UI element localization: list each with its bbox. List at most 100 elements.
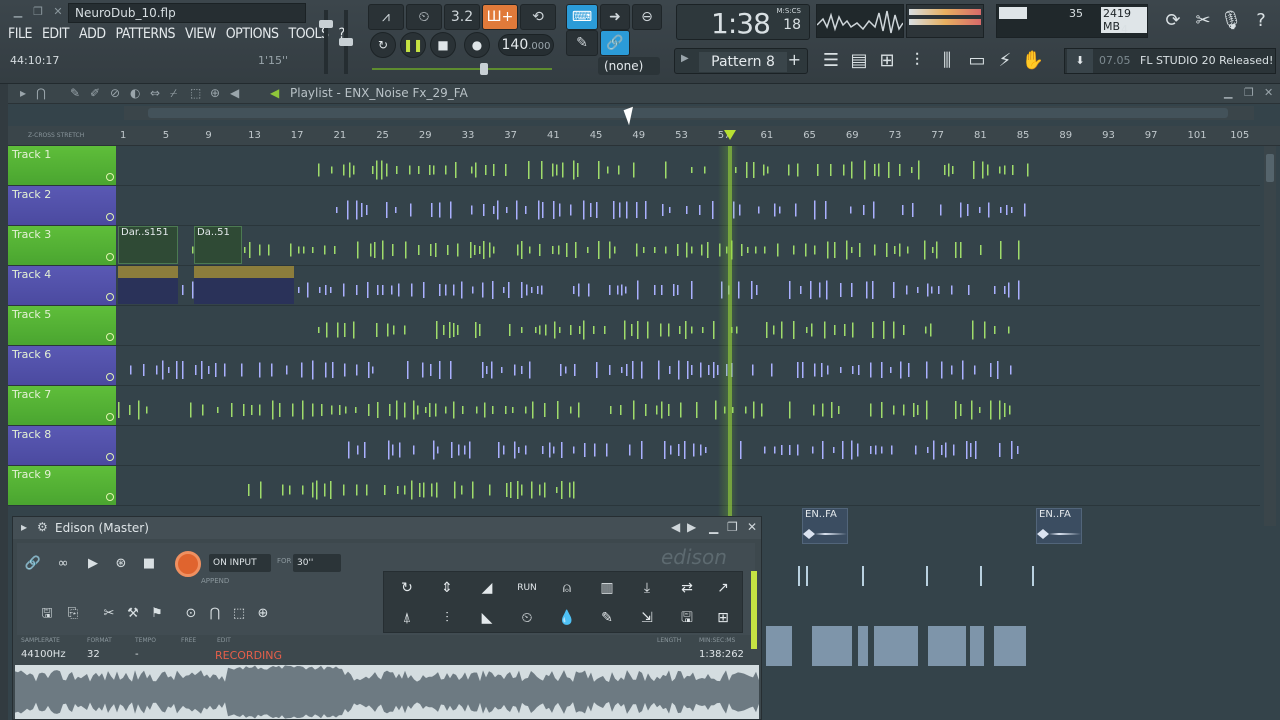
zoom-icon[interactable]: ⊕ [251,603,275,625]
envelope-icon[interactable]: ◣ [468,604,506,632]
track-header[interactable]: Track 7 [8,386,116,425]
select-icon[interactable]: ⬚ [227,603,251,625]
mute-icon[interactable]: ◐ [130,86,140,100]
track-mute-icon[interactable] [106,213,114,221]
download-icon[interactable]: ⬇ [1067,49,1093,73]
menu-edit[interactable]: EDIT [42,26,70,46]
track-header[interactable]: Track 4 [8,266,116,305]
mixer-send-icon[interactable]: ⊞ [704,604,742,632]
track-mute-icon[interactable] [106,493,114,501]
record-duration-select[interactable]: 30'' [293,554,341,572]
track-mute-icon[interactable] [106,453,114,461]
loop-icon[interactable]: ∞ [51,553,75,575]
playback-icon[interactable]: ◀ [230,86,239,100]
step-numbers-button[interactable]: 3.2 [444,4,480,30]
magnet-icon[interactable]: ⋂ [203,603,227,625]
delete-icon[interactable]: ⊘ [110,86,120,100]
mixer-icon[interactable]: ⫶ [904,48,930,74]
track-header[interactable]: Track 1 [8,146,116,185]
eq-icon[interactable]: ⫶ [428,604,466,632]
scroll-thumb[interactable] [148,108,1228,118]
pattern-selector[interactable]: ▶ Pattern 8 + [674,48,808,74]
clip-enx-b[interactable]: EN..FA [1036,508,1082,544]
track-lane[interactable] [118,146,1260,185]
loop-tool-icon[interactable]: ⇄ [668,574,706,602]
master-volume-slider[interactable] [319,10,333,74]
track-header[interactable]: Track 3 [8,226,116,265]
automation-clip[interactable] [244,266,294,304]
blur-icon[interactable]: 💧 [548,604,586,632]
track-header[interactable]: Track 6 [8,346,116,385]
song-mode-button[interactable]: ↻ [370,32,396,58]
track-lane[interactable] [118,346,1260,385]
menu-options[interactable]: OPTIONS [226,26,279,46]
gear-icon[interactable]: ⚙ [37,520,48,534]
metronome-button[interactable]: ⩘ [368,4,404,30]
record-button[interactable]: ● [464,32,490,58]
drop-icon[interactable]: ⤓ [628,574,666,602]
tools-icon[interactable]: ⚒ [121,603,145,625]
track-mute-icon[interactable] [106,333,114,341]
microphone-icon[interactable]: 🎙 [1218,8,1244,34]
send-icon[interactable]: ↗ [704,574,742,602]
playlist-icon[interactable]: ☰ [818,48,844,74]
marker-icon[interactable]: ⚑ [145,603,169,625]
track-header[interactable]: Track 9 [8,466,116,505]
paint-icon[interactable]: ✐ [90,86,100,100]
playlist-close-icon[interactable]: ✕ [1264,86,1273,99]
snap-arrow-button[interactable]: ➜ [600,4,630,30]
next-icon[interactable]: ▶ [687,520,696,534]
track-mute-icon[interactable] [106,173,114,181]
edison-close-icon[interactable]: ✕ [747,520,757,534]
pattern-add-icon[interactable]: + [788,50,801,69]
playlist-maximize-icon[interactable]: ❐ [1244,86,1254,99]
pause-button[interactable]: ❚❚ [400,32,426,58]
plugin-icon[interactable]: ⚡ [992,48,1018,74]
pen-tool-button[interactable]: ✎ [566,30,598,56]
edison-waveform[interactable] [15,665,759,719]
tune-icon[interactable]: ⍋ [388,604,426,632]
fade-icon[interactable]: ◢ [468,574,506,602]
time-display[interactable]: 1:38 M:S:CS 18 [676,4,810,40]
export-icon[interactable]: ⇲ [628,604,666,632]
step-seq-button[interactable]: ⊖ [632,4,662,30]
track-mute-icon[interactable] [106,253,114,261]
track-mute-icon[interactable] [106,293,114,301]
run-button[interactable]: RUN [508,574,546,602]
convolve-icon[interactable]: ⍝ [548,574,586,602]
append-label[interactable]: APPEND [201,577,229,585]
track-lane[interactable] [118,186,1260,225]
master-pitch-slider[interactable] [339,10,353,74]
track-lane[interactable] [118,466,1260,505]
track-header[interactable]: Track 5 [8,306,116,345]
slider-knob[interactable] [339,38,353,46]
pencil-icon[interactable]: ✎ [588,604,626,632]
slice-icon[interactable]: ⌿ [170,86,177,101]
restore-icon[interactable]: ❐ [30,4,46,20]
edison-collapse-icon[interactable]: ▸ [21,520,27,534]
loop-record-button[interactable]: ⟲ [520,4,556,30]
pattern-name[interactable]: Pattern 8 [699,52,787,72]
edison-record-button[interactable] [175,551,201,577]
track-mute-icon[interactable] [106,373,114,381]
save-icon[interactable]: 🖫 [35,603,59,625]
slider-knob[interactable] [319,20,333,28]
stop-button[interactable]: ■ [430,32,456,58]
cut-icon[interactable]: ✂ [97,603,121,625]
news-panel[interactable]: ⬇ 07.05 FL STUDIO 20 Released! [1064,48,1276,74]
menu-add[interactable]: ADD [79,26,106,46]
tempo-display[interactable]: 140.000 [498,34,554,56]
blend-notes-button[interactable]: Ш+ [482,4,518,30]
playhead-line[interactable] [728,146,732,526]
rotate-icon[interactable]: ↻ [388,574,426,602]
piano-roll-icon[interactable]: ▤ [846,48,872,74]
zoom-icon[interactable]: ⊕ [210,86,220,100]
magnet-icon[interactable]: ⋂ [36,86,46,100]
clip-enx-a[interactable]: EN..FA [802,508,848,544]
disk-icon[interactable]: 🖫 [668,604,706,632]
automation-clip[interactable] [118,266,178,304]
edison-minimize-icon[interactable]: ▁ [709,520,718,534]
v-scroll-thumb[interactable] [1266,154,1274,182]
playhead-marker[interactable] [724,130,736,140]
track-lane[interactable]: Dar..s151 Da..51 [118,226,1260,265]
